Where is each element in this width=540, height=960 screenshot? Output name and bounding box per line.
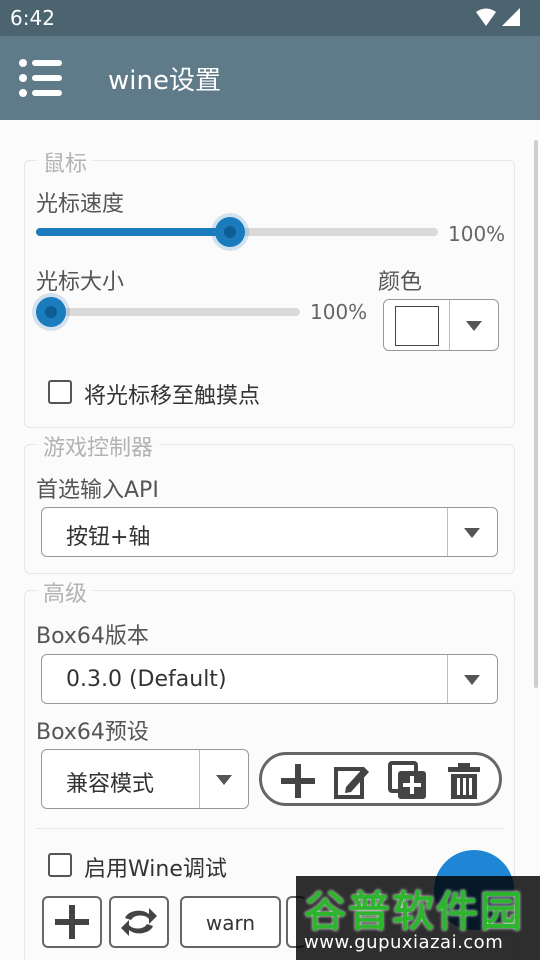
add-icon	[55, 905, 89, 939]
scrollbar[interactable]	[534, 140, 538, 688]
cursor-size-thumb[interactable]	[36, 297, 66, 327]
cursor-speed-label: 光标速度	[36, 192, 125, 217]
add-preset-button[interactable]	[278, 761, 318, 801]
box64-preset-label: Box64预设	[36, 720, 149, 745]
input-api-select[interactable]: 按钮+轴	[41, 507, 498, 557]
section-title-controller: 游戏控制器	[37, 430, 160, 462]
warn-channel-button[interactable]: warn	[180, 896, 281, 948]
status-bar: 6:42	[0, 0, 540, 36]
color-swatch	[395, 306, 439, 346]
move-to-touch-label: 将光标移至触摸点	[84, 384, 261, 409]
wine-debug-label: 启用Wine调试	[84, 857, 227, 882]
edit-icon	[334, 767, 369, 799]
add-icon	[281, 764, 315, 798]
input-api-label: 首选输入API	[36, 478, 159, 503]
chevron-down-icon	[464, 675, 480, 685]
cursor-speed-value: 100%	[448, 222, 506, 246]
watermark: 谷普软件园 www.gupuxiazai.com	[296, 876, 540, 960]
move-to-touch-checkbox[interactable]	[48, 380, 72, 404]
input-api-value: 按钮+轴	[66, 525, 151, 550]
watermark-title: 谷普软件园	[304, 887, 525, 936]
watermark-site: www.gupuxiazai.com	[304, 932, 504, 953]
color-picker[interactable]	[383, 299, 499, 351]
app-bar: wine设置	[0, 36, 540, 120]
wine-debug-checkbox[interactable]	[48, 853, 72, 877]
delete-preset-button[interactable]	[444, 761, 484, 801]
cursor-size-value: 100%	[310, 300, 368, 324]
select-divider	[447, 655, 448, 703]
status-time: 6:42	[10, 6, 55, 30]
menu-button[interactable]	[18, 58, 66, 98]
select-divider	[447, 508, 448, 556]
swap-button[interactable]	[109, 896, 169, 948]
preset-actions	[259, 752, 502, 806]
cursor-speed-fill	[36, 228, 230, 236]
chevron-down-icon	[216, 775, 232, 785]
wifi-icon	[476, 8, 496, 26]
cursor-size-slider[interactable]	[36, 308, 300, 316]
section-title-mouse: 鼠标	[37, 146, 94, 178]
section-title-advanced: 高级	[37, 576, 94, 608]
box64-version-value: 0.3.0 (Default)	[66, 667, 227, 692]
box64-version-select[interactable]: 0.3.0 (Default)	[41, 654, 498, 704]
box64-preset-select[interactable]: 兼容模式	[41, 749, 249, 809]
duplicate-icon	[388, 761, 426, 799]
color-picker-divider	[449, 300, 450, 350]
status-icons	[474, 8, 522, 32]
menu-icon	[19, 59, 62, 97]
page-title: wine设置	[108, 66, 221, 96]
delete-icon	[448, 763, 480, 799]
color-label: 颜色	[378, 270, 423, 295]
warn-label: warn	[205, 911, 256, 935]
duplicate-preset-button[interactable]	[388, 761, 428, 801]
divider	[36, 828, 504, 829]
chevron-down-icon	[466, 321, 482, 331]
cursor-size-label: 光标大小	[36, 270, 125, 295]
signal-icon	[502, 8, 520, 26]
edit-preset-button[interactable]	[332, 761, 372, 801]
select-divider	[199, 750, 200, 808]
swap-icon	[121, 908, 157, 936]
box64-version-label: Box64版本	[36, 624, 149, 649]
cursor-speed-thumb[interactable]	[214, 217, 245, 247]
chevron-down-icon	[464, 528, 480, 538]
box64-preset-value: 兼容模式	[66, 772, 155, 797]
add-channel-button[interactable]	[42, 896, 102, 948]
